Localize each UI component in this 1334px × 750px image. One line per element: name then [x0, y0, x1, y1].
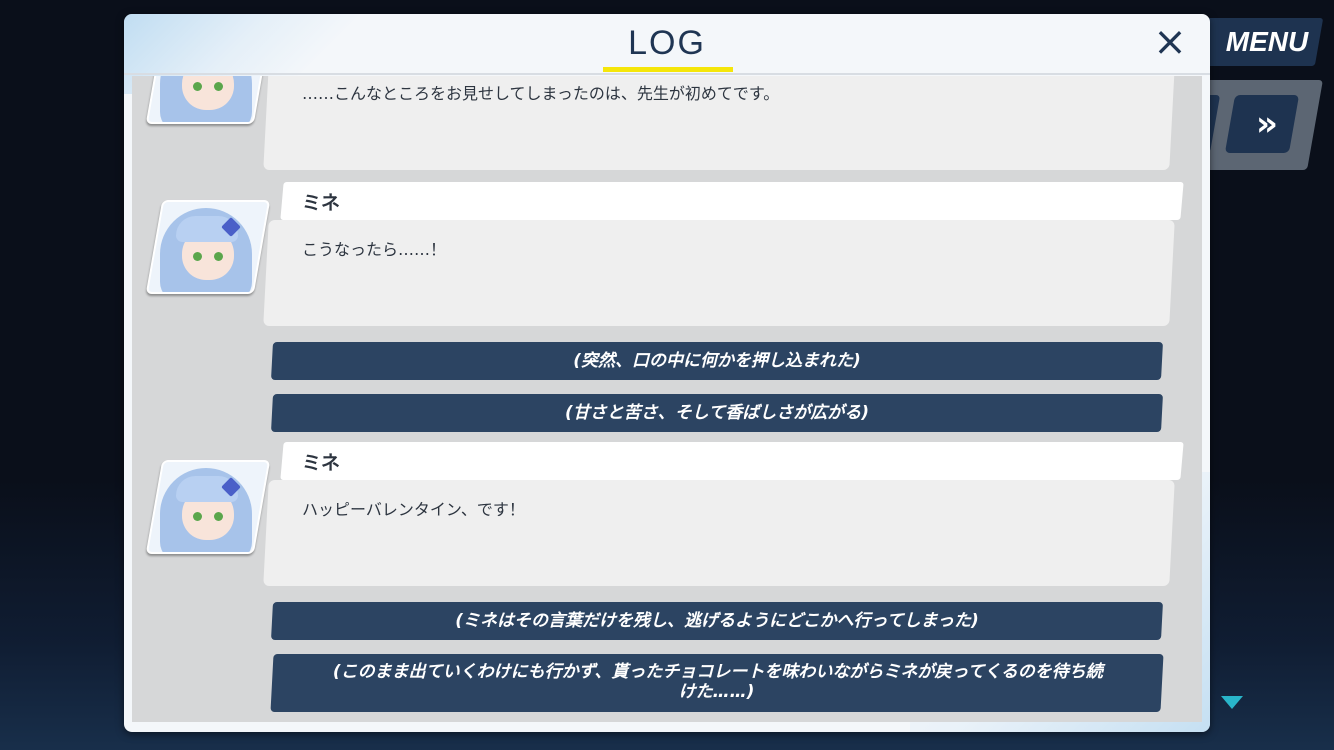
speaker-name-bar — [280, 182, 1184, 220]
fast-forward-button[interactable]: » — [1224, 95, 1300, 153]
narration-text: (ミネはその言葉だけを残し、逃げるようにどこかへ行ってしまった) — [455, 611, 979, 631]
close-button[interactable]: × — [1152, 22, 1188, 62]
dialogue-text: ハッピーバレンタイン、です！ — [302, 500, 525, 519]
speaker-portrait — [145, 76, 271, 124]
speaker-portrait — [145, 460, 271, 554]
fast-forward-icon: » — [1256, 104, 1268, 144]
speaker-name-bar — [280, 442, 1184, 480]
menu-button-label: MENU — [1225, 26, 1309, 57]
title-underline — [603, 67, 733, 72]
dialogue-text: こうなったら……！ — [302, 240, 447, 259]
narration-text: けた……) — [678, 682, 755, 702]
narration-bar: (突然、口の中に何かを押し込まれた) — [271, 342, 1163, 380]
narration-text: (突然、口の中に何かを押し込まれた) — [573, 351, 861, 371]
dialogue-text: ……こんなところをお見せしてしまったのは、先生が初めてです。 — [302, 84, 780, 103]
speaker-name: ミネ — [302, 452, 341, 474]
narration-bar: (ミネはその言葉だけを残し、逃げるようにどこかへ行ってしまった) — [271, 602, 1163, 640]
narration-text: (甘さと苦さ、そして香ばしさが広がる) — [564, 403, 870, 423]
narration-bar: (甘さと苦さ、そして香ばしさが広がる) — [271, 394, 1163, 432]
speaker-portrait — [145, 200, 271, 294]
scroll-down-arrow-icon[interactable] — [1221, 696, 1243, 709]
log-panel: LOG × ……こんなところをお見せしてしまったのは、先生が初めてです。 ミネ … — [124, 14, 1210, 732]
speaker-name: ミネ — [302, 192, 341, 214]
log-scroll-area[interactable]: ……こんなところをお見せしてしまったのは、先生が初めてです。 ミネ こうなったら… — [132, 76, 1202, 722]
narration-bar: (このまま出ていくわけにも行かず、貰ったチョコレートを味わいながらミネが戻ってく… — [270, 654, 1164, 712]
log-title: LOG — [628, 24, 706, 62]
header-divider — [124, 73, 1210, 75]
narration-text: (このまま出ていくわけにも行かず、貰ったチョコレートを味わいながらミネが戻ってく… — [332, 662, 1103, 682]
menu-button[interactable]: MENU — [1190, 18, 1324, 66]
